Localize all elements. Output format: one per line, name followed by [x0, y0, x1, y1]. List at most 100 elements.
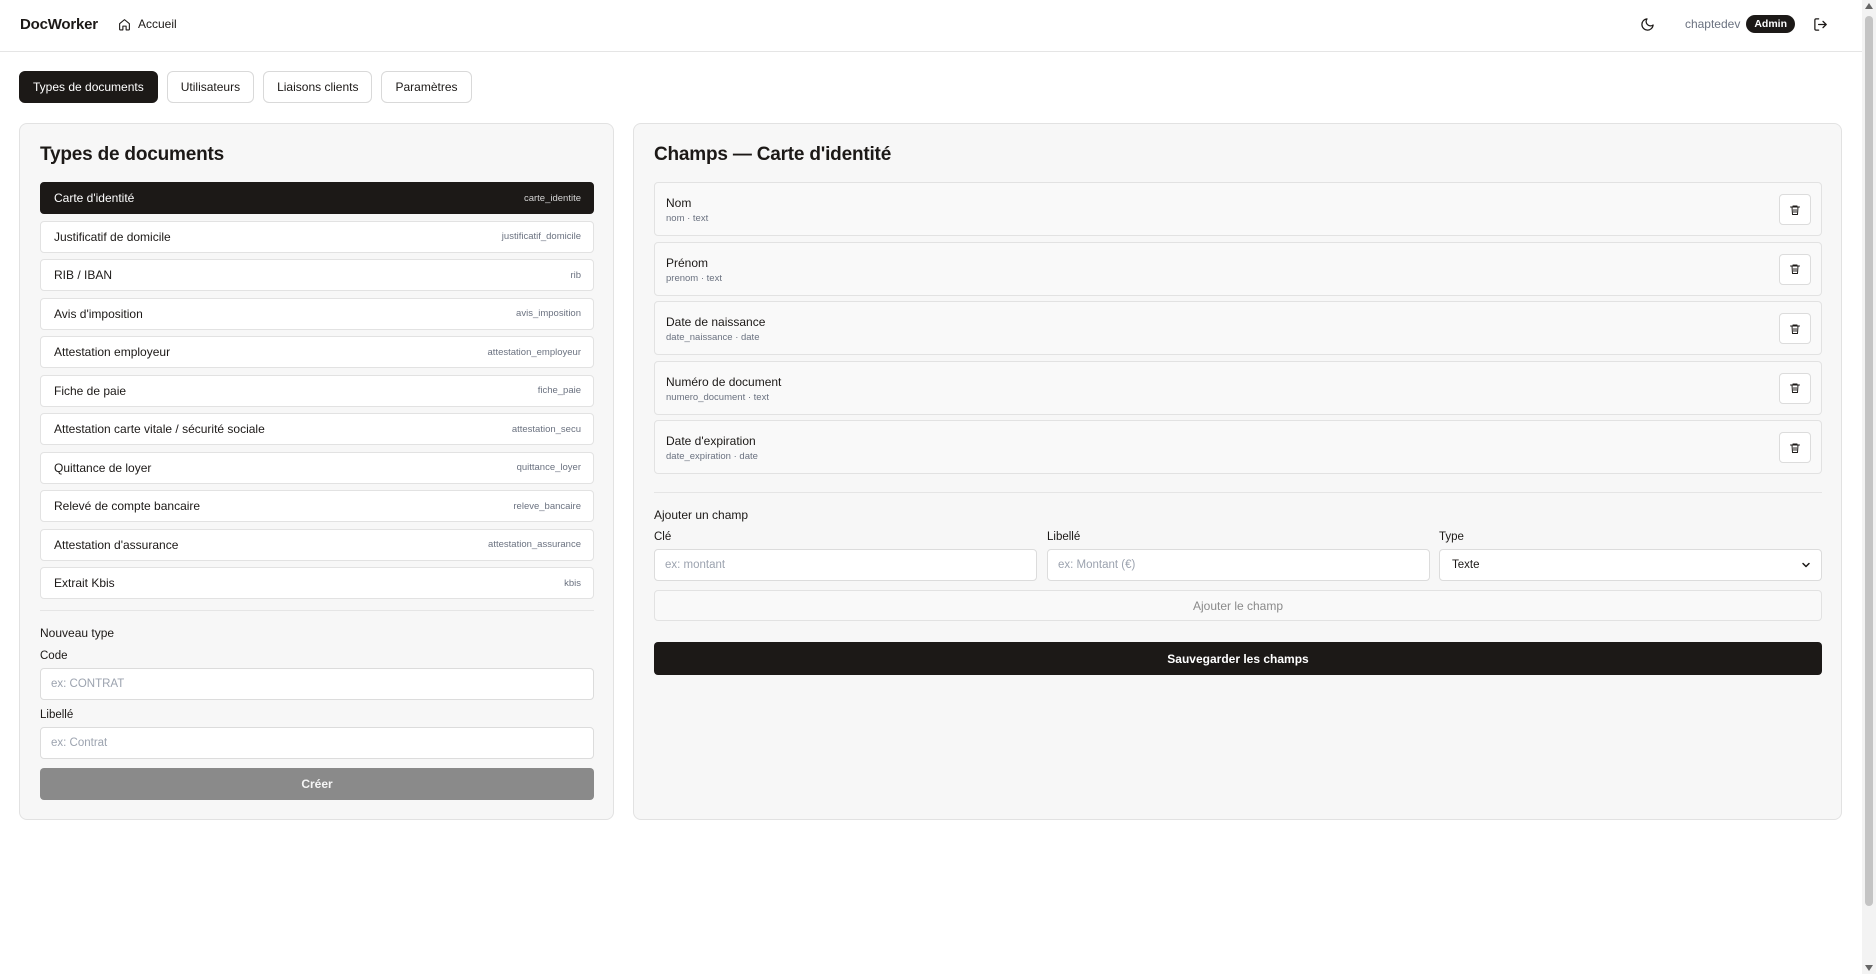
document-type-list: Carte d'identité carte_identite Justifica…: [40, 182, 594, 606]
field-name: Numéro de document: [666, 374, 782, 389]
type-label: Attestation employeur: [54, 345, 171, 359]
tab-document-types[interactable]: Types de documents: [19, 71, 158, 103]
code-label: Code: [40, 650, 68, 662]
type-label: RIB / IBAN: [54, 268, 113, 282]
delete-field-button[interactable]: [1779, 313, 1811, 344]
divider: [654, 492, 1822, 493]
type-code: attestation_employeur: [487, 346, 581, 358]
header-actions: chaptedev Admin: [1640, 15, 1828, 33]
field-row: Date de naissance date_naissance · date: [654, 301, 1822, 355]
top-bar: DocWorker Accueil chaptedev Admin: [0, 0, 1862, 52]
document-types-panel: Types de documents Carte d'identité carte…: [19, 123, 614, 820]
type-code: releve_bancaire: [513, 500, 581, 512]
scrollbar-thumb[interactable]: [1865, 16, 1873, 906]
trash-icon: [1790, 264, 1800, 274]
new-type-title: Nouveau type: [40, 626, 115, 640]
delete-field-button[interactable]: [1779, 432, 1811, 463]
page-scrollbar[interactable]: [1862, 0, 1876, 974]
create-button[interactable]: Créer: [40, 768, 594, 800]
save-fields-button[interactable]: Sauvegarder les champs: [654, 642, 1822, 675]
list-item[interactable]: Fiche de paie fiche_paie: [40, 374, 594, 407]
type-code: carte_identite: [523, 192, 581, 204]
type-label: Relevé de compte bancaire: [54, 499, 201, 513]
key-label: Clé: [654, 531, 672, 543]
code-input[interactable]: [40, 668, 594, 700]
username: chaptedev: [1684, 17, 1741, 31]
trash-icon: [1790, 383, 1800, 393]
field-name: Prénom: [666, 255, 709, 270]
home-link-label: Accueil: [138, 17, 177, 31]
type-code: attestation_assurance: [488, 539, 581, 550]
list-item[interactable]: Relevé de compte bancaire releve_bancaire: [40, 490, 594, 522]
moon-icon[interactable]: [1640, 17, 1655, 32]
add-field-button[interactable]: Ajouter le champ: [654, 590, 1822, 621]
type-label: Justificatif de domicile: [54, 229, 171, 244]
home-icon: [119, 18, 130, 30]
type-label: Attestation d'assurance: [54, 537, 179, 552]
tab-users[interactable]: Utilisateurs: [166, 71, 255, 103]
key-input[interactable]: [654, 549, 1037, 581]
type-label: Type: [1439, 531, 1464, 543]
logout-icon[interactable]: [1813, 17, 1828, 32]
type-code: justificatif_domicile: [501, 231, 581, 242]
list-item[interactable]: Avis d'imposition avis_imposition: [40, 297, 594, 330]
type-label: Extrait Kbis: [54, 576, 115, 590]
field-meta: numero_document · text: [666, 391, 769, 403]
field-row: Prénom prenom · text: [654, 241, 1822, 296]
type-code: rib: [570, 269, 581, 281]
type-label: Carte d'identité: [54, 191, 135, 205]
list-item[interactable]: Justificatif de domicile justificatif_dom…: [40, 220, 594, 253]
type-select-value: Texte: [1452, 559, 1480, 571]
field-meta: date_expiration · date: [666, 451, 758, 462]
list-item[interactable]: Carte d'identité carte_identite: [40, 182, 594, 214]
type-code: fiche_paie: [537, 385, 581, 396]
role-badge: Admin: [1746, 15, 1795, 33]
type-select[interactable]: Texte: [1439, 549, 1822, 581]
delete-field-button[interactable]: [1779, 372, 1811, 404]
list-item[interactable]: Extrait Kbis kbis: [40, 567, 594, 599]
panel-title: Champs — Carte d'identité: [654, 144, 892, 165]
admin-tabs: Types de documents Utilisateurs Liaisons…: [19, 71, 472, 103]
trash-icon: [1790, 324, 1800, 334]
label-label: Libellé: [40, 709, 74, 721]
brand-logo[interactable]: DocWorker: [20, 16, 98, 33]
field-meta: date_naissance · date: [666, 332, 760, 343]
delete-field-button[interactable]: [1779, 194, 1811, 225]
field-row: Numéro de document numero_document · tex…: [654, 360, 1822, 415]
home-link[interactable]: Accueil: [118, 17, 177, 31]
scroll-up-arrow[interactable]: [1865, 3, 1873, 9]
tab-settings[interactable]: Paramètres: [381, 71, 472, 103]
list-item[interactable]: Quittance de loyer quittance_loyer: [40, 451, 594, 484]
list-item[interactable]: Attestation d'assurance attestation_assur…: [40, 528, 594, 561]
chevron-down-icon: [1802, 562, 1810, 568]
label-input[interactable]: [40, 727, 594, 759]
delete-field-button[interactable]: [1779, 253, 1811, 285]
type-label: Fiche de paie: [54, 383, 127, 398]
field-meta: nom · text: [666, 213, 709, 224]
type-label: Quittance de loyer: [54, 460, 152, 475]
trash-icon: [1790, 443, 1800, 453]
fields-panel: Champs — Carte d'identité Nom nom · text…: [633, 123, 1842, 820]
type-label: Avis d'imposition: [54, 306, 143, 321]
panel-title: Types de documents: [40, 144, 224, 165]
tab-client-links[interactable]: Liaisons clients: [263, 71, 373, 103]
list-item[interactable]: RIB / IBAN rib: [40, 259, 594, 291]
trash-icon: [1790, 205, 1800, 215]
field-row: Date d'expiration date_expiration · date: [654, 420, 1822, 474]
field-name: Date de naissance: [666, 315, 766, 329]
type-code: avis_imposition: [516, 308, 581, 319]
add-field-title: Ajouter un champ: [654, 508, 749, 522]
field-list: Nom nom · text Prénom prenom · text Date…: [654, 182, 1822, 480]
field-label-input[interactable]: [1047, 549, 1430, 581]
scroll-down-arrow[interactable]: [1865, 965, 1873, 971]
list-item[interactable]: Attestation employeur attestation_employe…: [40, 336, 594, 368]
type-code: quittance_loyer: [516, 462, 581, 473]
field-meta: prenom · text: [666, 272, 722, 284]
type-code: attestation_secu: [511, 423, 581, 435]
list-item[interactable]: Attestation carte vitale / sécurité soci…: [40, 413, 594, 445]
field-label-label: Libellé: [1047, 531, 1081, 543]
field-name: Nom: [666, 196, 692, 210]
field-name: Date d'expiration: [666, 434, 756, 448]
divider: [40, 610, 594, 611]
type-code: kbis: [564, 577, 581, 589]
